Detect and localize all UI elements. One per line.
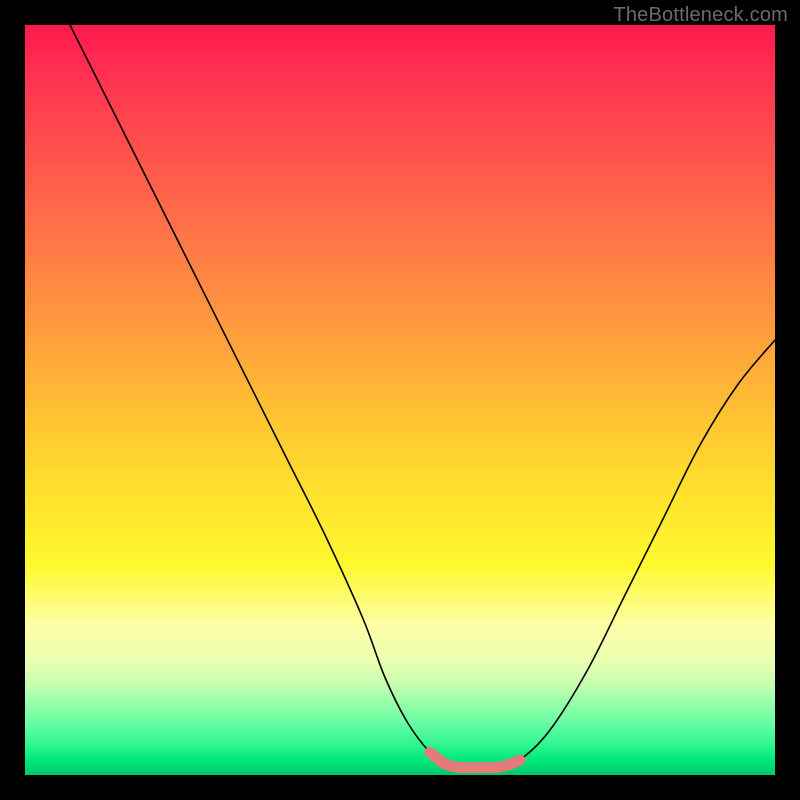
chart-frame: TheBottleneck.com bbox=[0, 0, 800, 800]
plot-area bbox=[25, 25, 775, 775]
optimal-range-highlight bbox=[430, 753, 520, 768]
curve-layer bbox=[25, 25, 775, 775]
bottleneck-curve-line bbox=[70, 25, 775, 768]
watermark-text: TheBottleneck.com bbox=[613, 4, 788, 27]
